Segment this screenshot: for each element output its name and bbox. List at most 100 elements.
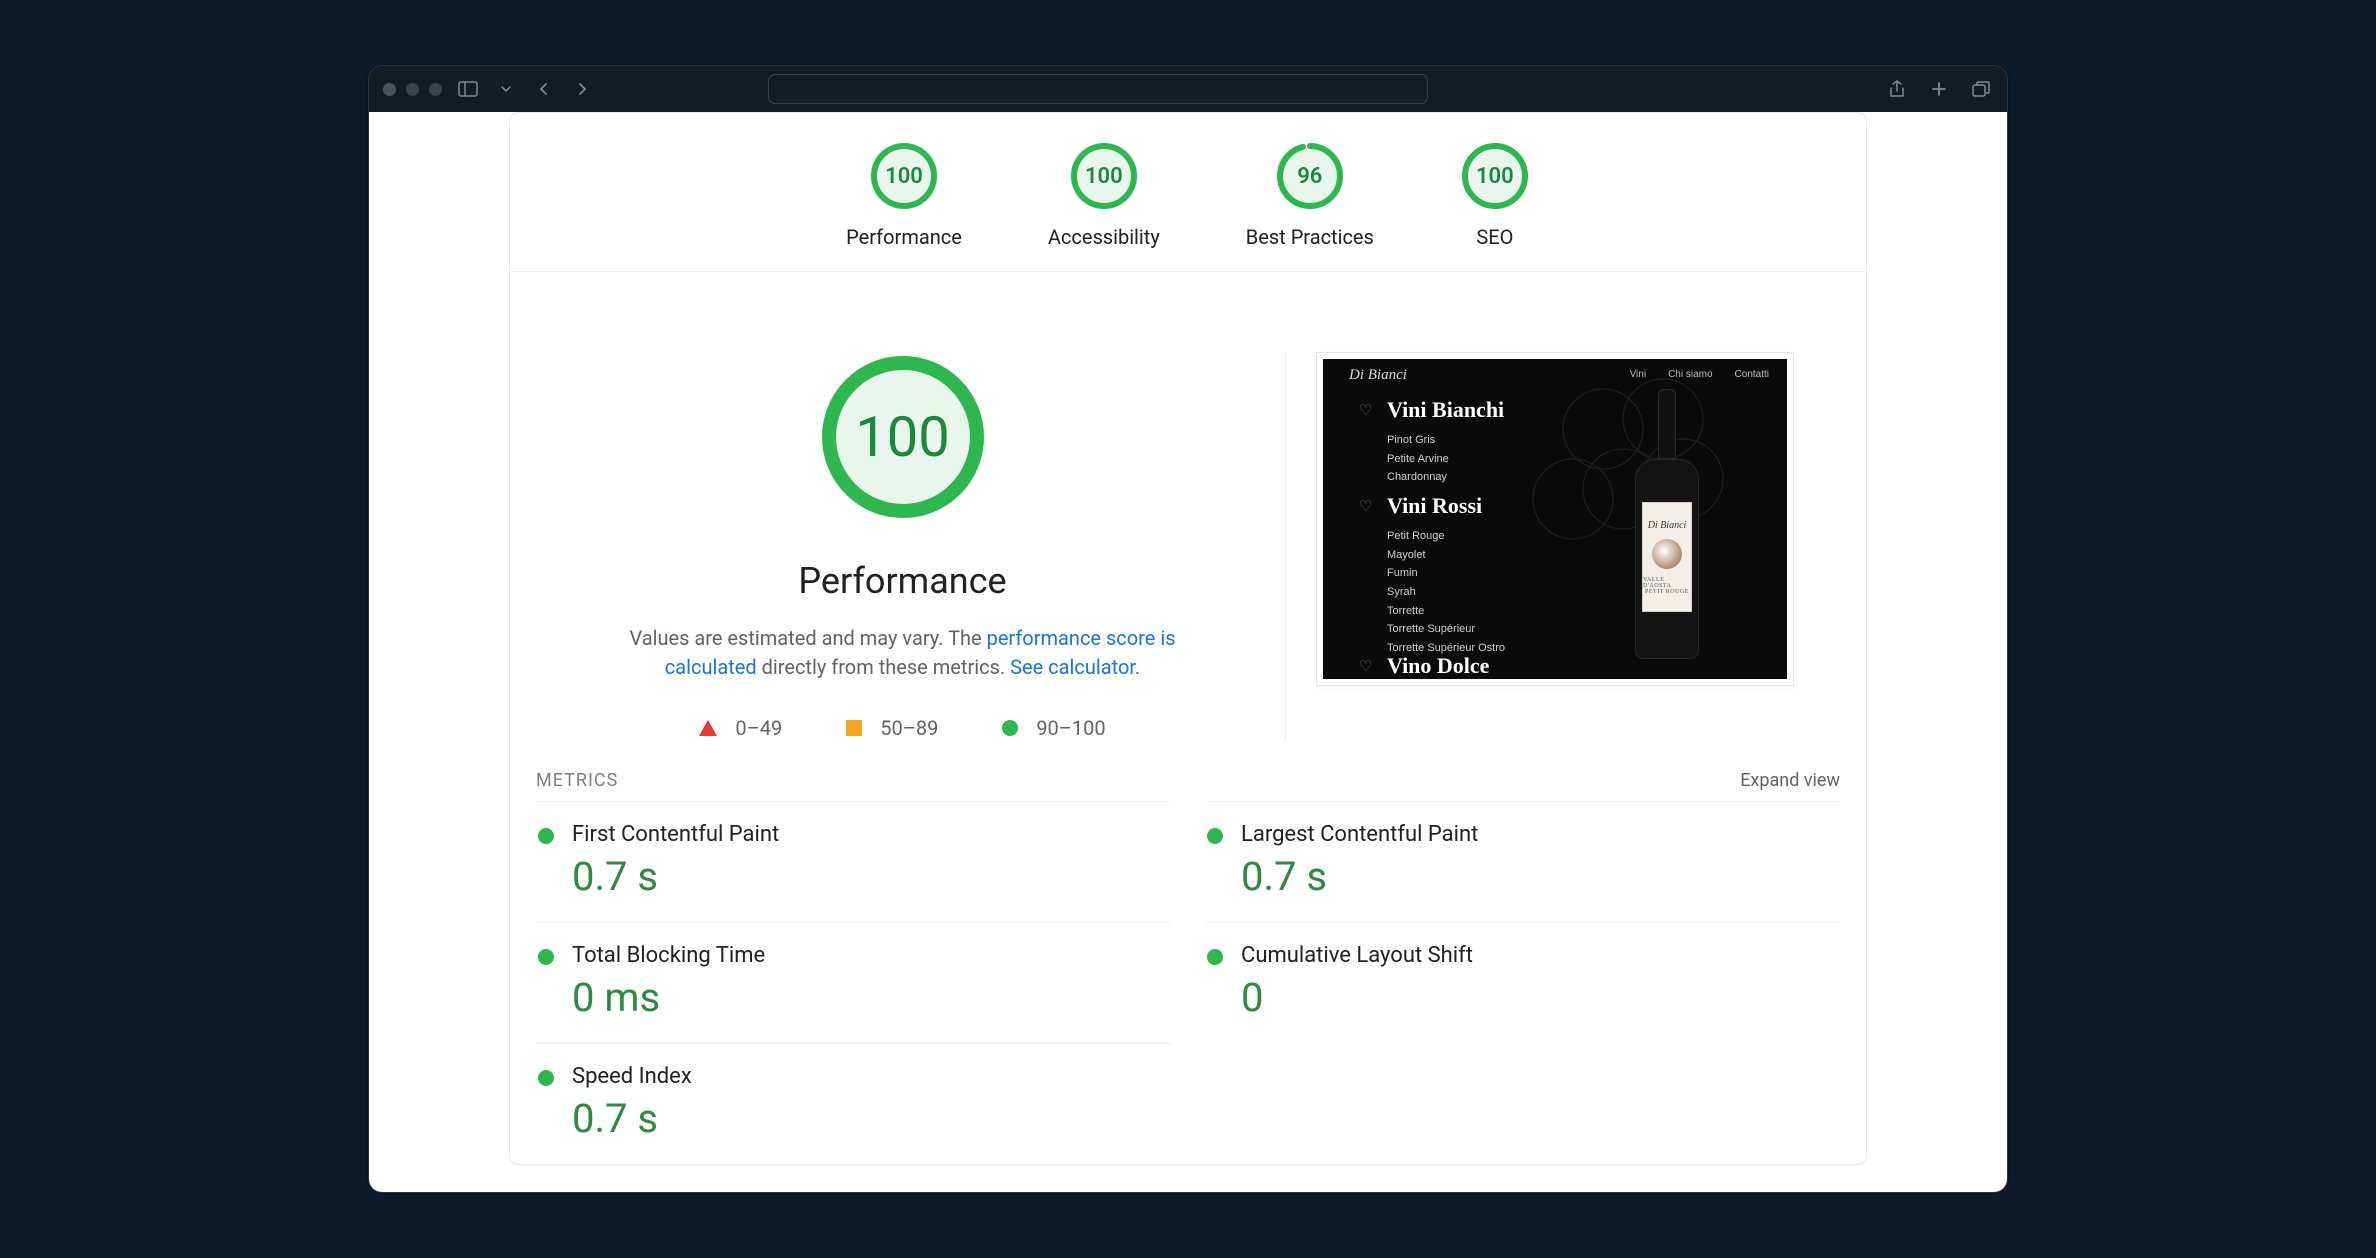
wine-section-bianchi: Vini Bianchi Pinot Gris Petite Arvine Ch… (1387, 397, 1504, 487)
section-items: Petit Rouge Mayolet Fumin Syrah Torrette… (1387, 527, 1505, 658)
bottle-line: VALLE D'AOSTA (1643, 577, 1691, 589)
site-thumbnail: Di Bianci Vini Chi siamo Contatti ♡ Vini… (1316, 352, 1794, 686)
gauge-performance[interactable]: 100 Performance (846, 141, 962, 249)
metrics-title: METRICS (536, 770, 618, 791)
hero-left: 100 Performance Values are estimated and… (540, 352, 1286, 740)
minimize-dot[interactable] (406, 83, 419, 96)
titlebar-right (1885, 77, 1993, 101)
metrics-header: METRICS Expand view (510, 770, 1866, 791)
gauges-row: 100 Performance 100 Accessibility 96 (510, 141, 1866, 272)
metrics-grid: First Contentful Paint 0.7 s Largest Con… (510, 791, 1866, 1164)
list-item: Petit Rouge (1387, 527, 1505, 546)
gauge-label: Best Practices (1246, 225, 1374, 249)
metric-name: Speed Index (572, 1064, 1167, 1089)
zoom-dot[interactable] (429, 83, 442, 96)
gauge-seo[interactable]: 100 SEO (1460, 141, 1530, 249)
gauge-ring: 96 (1275, 141, 1345, 211)
nav-item: Chi siamo (1668, 369, 1712, 380)
list-item: Mayolet (1387, 546, 1505, 565)
wine-section-dolce: Vino Dolce (1387, 653, 1489, 679)
legend-label: 0–49 (735, 716, 782, 740)
bottle-graphic (1652, 539, 1682, 569)
gauge-label: SEO (1460, 225, 1530, 249)
metric-value: 0.7 s (1241, 853, 1836, 900)
nav-item: Vini (1630, 369, 1647, 380)
metric-value: 0 (1241, 974, 1836, 1021)
triangle-icon (699, 720, 717, 736)
metric-value: 0.7 s (572, 1095, 1167, 1142)
metric-cls[interactable]: Cumulative Layout Shift 0 (1205, 922, 1840, 1043)
sidebar-toggle-icon[interactable] (456, 77, 480, 101)
list-item: Chardonnay (1387, 468, 1504, 487)
hero-section: 100 Performance Values are estimated and… (510, 272, 1866, 770)
hero-desc-text: Values are estimated and may vary. The (629, 626, 986, 650)
list-item: Pinot Gris (1387, 431, 1504, 450)
square-icon (846, 720, 862, 736)
forward-icon[interactable] (570, 77, 594, 101)
score-legend: 0–49 50–89 90–100 (699, 716, 1105, 740)
hero-right: Di Bianci Vini Chi siamo Contatti ♡ Vini… (1316, 352, 1836, 740)
metric-si[interactable]: Speed Index 0.7 s (536, 1043, 1171, 1164)
gauge-ring: 100 (1069, 141, 1139, 211)
status-dot-icon (538, 949, 554, 965)
heart-icon: ♡ (1359, 657, 1372, 676)
section-title: Vini Rossi (1387, 493, 1505, 519)
status-dot-icon (1207, 949, 1223, 965)
wine-bottle: Di Bianci VALLE D'AOSTA PETIT ROUGE (1635, 389, 1699, 659)
list-item: Torrette (1387, 602, 1505, 621)
see-calculator-link[interactable]: See calculator. (1010, 655, 1140, 679)
status-dot-icon (538, 828, 554, 844)
gauge-score: 100 (869, 141, 939, 211)
heart-icon: ♡ (1359, 497, 1372, 516)
lighthouse-report: 100 Performance 100 Accessibility 96 (509, 112, 1867, 1165)
bottle-brand: Di Bianci (1648, 520, 1687, 531)
wine-section-rossi: Vini Rossi Petit Rouge Mayolet Fumin Syr… (1387, 493, 1505, 658)
window-controls (383, 83, 442, 96)
hero-description: Values are estimated and may vary. The p… (623, 624, 1183, 682)
metric-lcp[interactable]: Largest Contentful Paint 0.7 s (1205, 801, 1840, 922)
metric-value: 0.7 s (572, 853, 1167, 900)
hero-score: 100 (818, 352, 988, 522)
metric-fcp[interactable]: First Contentful Paint 0.7 s (536, 801, 1171, 922)
thumbnail-content: Di Bianci Vini Chi siamo Contatti ♡ Vini… (1323, 359, 1787, 679)
browser-window: 100 Performance 100 Accessibility 96 (368, 65, 2008, 1193)
list-item: Fumin (1387, 564, 1505, 583)
share-icon[interactable] (1885, 77, 1909, 101)
hero-gauge: 100 (818, 352, 988, 522)
list-item: Syrah (1387, 583, 1505, 602)
chevron-down-icon[interactable] (494, 77, 518, 101)
metric-name: Total Blocking Time (572, 943, 1167, 968)
legend-pass: 90–100 (1002, 716, 1105, 740)
list-item: Torrette Supérieur (1387, 620, 1505, 639)
gauge-accessibility[interactable]: 100 Accessibility (1048, 141, 1160, 249)
metric-tbt[interactable]: Total Blocking Time 0 ms (536, 922, 1171, 1043)
status-dot-icon (1207, 828, 1223, 844)
titlebar (369, 66, 2007, 112)
status-dot-icon (538, 1070, 554, 1086)
section-title: Vino Dolce (1387, 653, 1489, 679)
metric-value: 0 ms (572, 974, 1167, 1021)
circle-icon (1002, 720, 1018, 736)
bottle-line: PETIT ROUGE (1645, 589, 1689, 595)
new-tab-icon[interactable] (1927, 77, 1951, 101)
metric-name: First Contentful Paint (572, 822, 1167, 847)
section-items: Pinot Gris Petite Arvine Chardonnay (1387, 431, 1504, 487)
legend-label: 90–100 (1036, 716, 1105, 740)
legend-fail: 0–49 (699, 716, 782, 740)
expand-view-button[interactable]: Expand view (1740, 770, 1840, 791)
list-item: Petite Arvine (1387, 450, 1504, 469)
address-bar[interactable] (768, 74, 1428, 104)
gauge-best-practices[interactable]: 96 Best Practices (1246, 141, 1374, 249)
metric-name: Largest Contentful Paint (1241, 822, 1836, 847)
site-brand: Di Bianci (1349, 367, 1407, 384)
heart-icon: ♡ (1359, 401, 1372, 420)
gauge-label: Performance (846, 225, 962, 249)
gauge-ring: 100 (1460, 141, 1530, 211)
hero-title: Performance (798, 560, 1006, 602)
back-icon[interactable] (532, 77, 556, 101)
page-viewport: 100 Performance 100 Accessibility 96 (369, 112, 2007, 1192)
close-dot[interactable] (383, 83, 396, 96)
site-nav: Vini Chi siamo Contatti (1630, 369, 1769, 380)
gauge-score: 100 (1069, 141, 1139, 211)
tabs-overview-icon[interactable] (1969, 77, 1993, 101)
